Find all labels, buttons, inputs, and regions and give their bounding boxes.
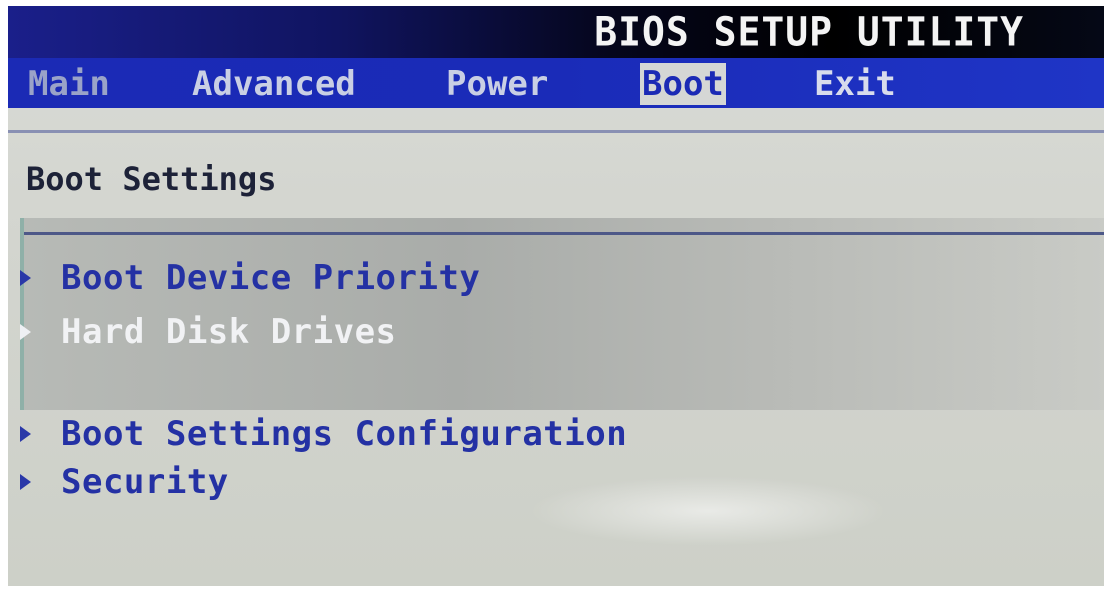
entry-label: Hard Disk Drives: [61, 312, 397, 352]
submenu-arrow-icon: [20, 324, 31, 340]
header-divider: [8, 130, 1104, 133]
menu-tab-boot[interactable]: Boot: [640, 63, 726, 105]
app-title: BIOS SETUP UTILITY: [594, 8, 1024, 56]
submenu-arrow-icon: [20, 474, 31, 490]
menu-tab-power[interactable]: Power: [444, 63, 550, 105]
entry-boot-settings-configuration[interactable]: Boot Settings Configuration: [20, 414, 627, 454]
submenu-arrow-icon: [20, 270, 31, 286]
menu-tab-exit[interactable]: Exit: [812, 63, 898, 105]
screen-glare: [528, 476, 888, 546]
bios-screen: BIOS SETUP UTILITY Main Advanced Power B…: [8, 6, 1104, 586]
entry-security[interactable]: Security: [20, 462, 229, 502]
entry-hard-disk-drives[interactable]: Hard Disk Drives: [20, 312, 397, 352]
entry-boot-device-priority[interactable]: Boot Device Priority: [20, 258, 480, 298]
submenu-arrow-icon: [20, 426, 31, 442]
menu-bar: Main Advanced Power Boot Exit: [8, 58, 1104, 108]
section-title: Boot Settings: [26, 160, 277, 198]
panel-divider: [24, 232, 1104, 235]
title-bar: BIOS SETUP UTILITY: [8, 6, 1104, 58]
menu-tab-main[interactable]: Main: [26, 63, 112, 105]
entry-label: Boot Settings Configuration: [61, 414, 628, 454]
entry-label: Security: [61, 462, 229, 502]
menu-tab-advanced[interactable]: Advanced: [190, 63, 358, 105]
entry-label: Boot Device Priority: [61, 258, 481, 298]
